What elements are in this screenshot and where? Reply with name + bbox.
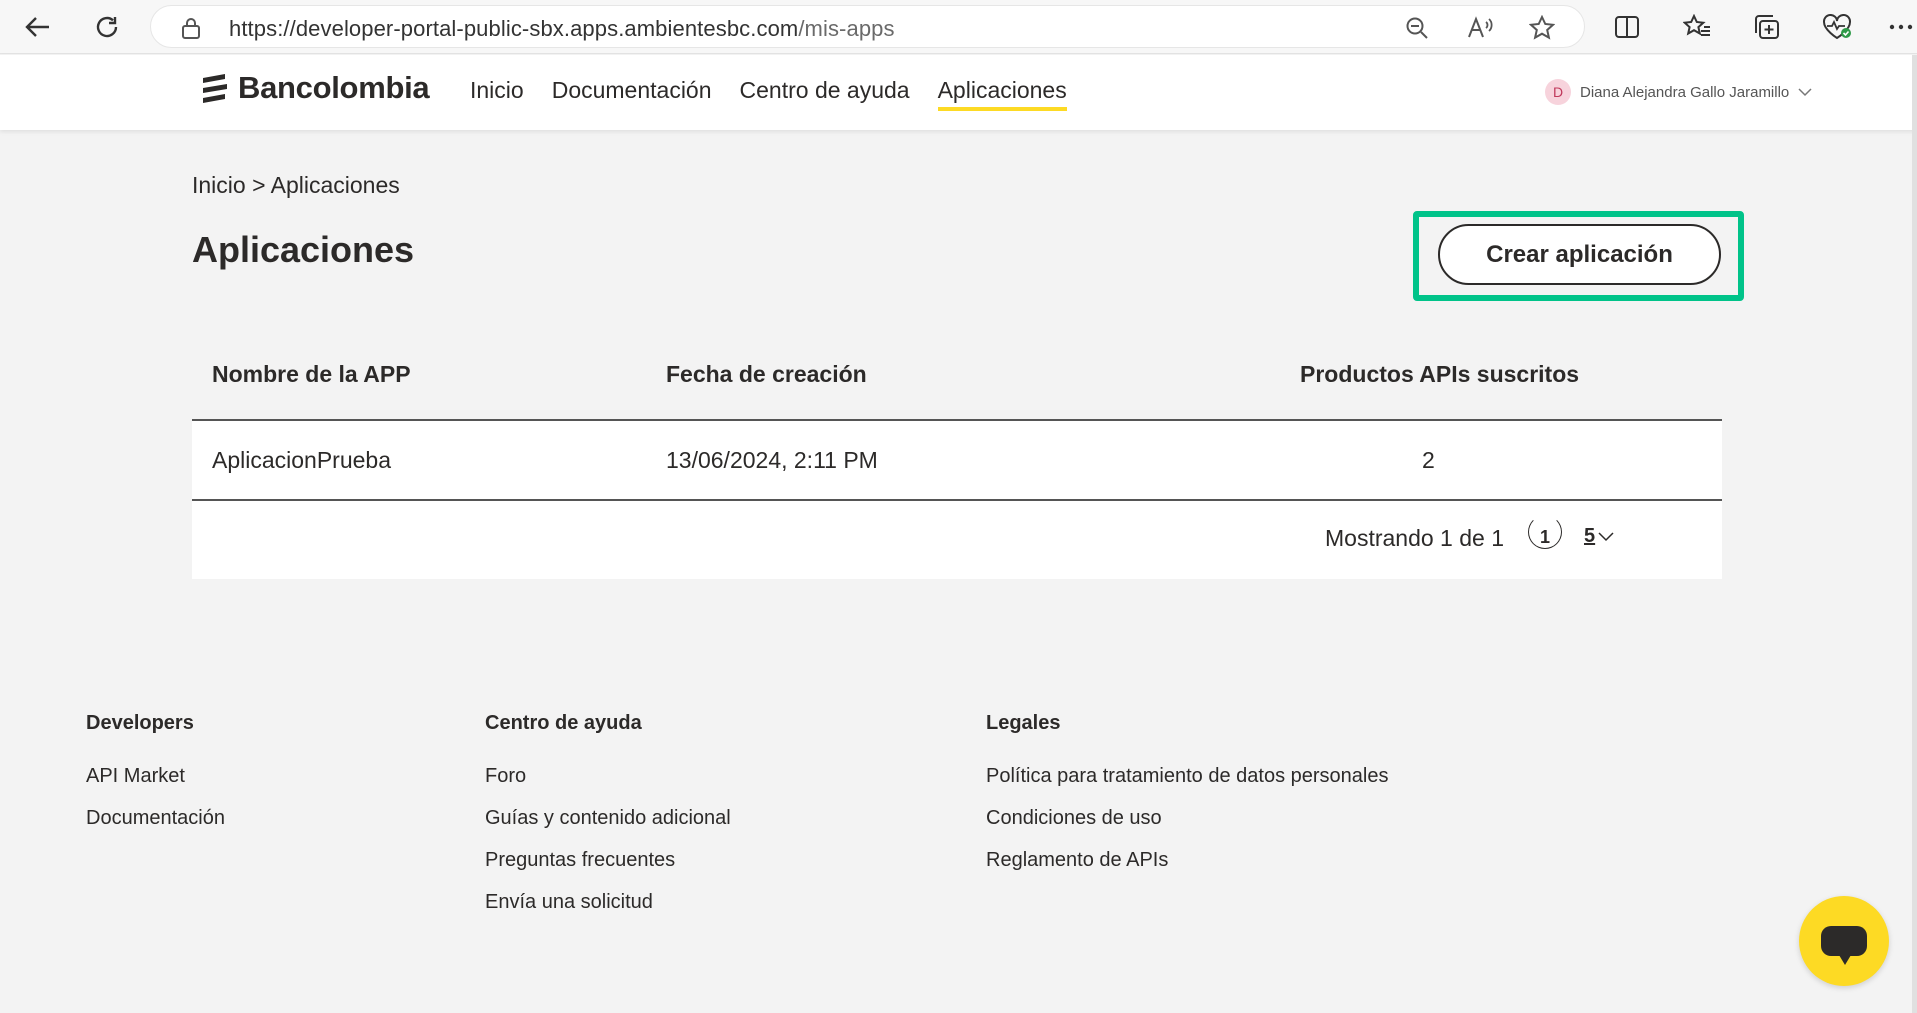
address-bar[interactable]: https://developer-portal-public-sbx.apps… [150,5,1585,48]
page-title: Aplicaciones [192,229,415,270]
breadcrumb[interactable]: Inicio > Aplicaciones [192,172,400,199]
url-path: /mis-apps [798,16,895,41]
chat-button[interactable] [1799,896,1889,986]
refresh-icon[interactable] [87,8,127,46]
chevron-down-icon [1798,87,1812,96]
footer-heading: Developers [86,712,194,734]
create-application-button[interactable]: Crear aplicación [1438,224,1721,285]
app-date-cell: 13/06/2024, 2:11 PM [666,447,878,473]
footer-link-documentacion[interactable]: Documentación [86,807,225,830]
url-text[interactable]: https://developer-portal-public-sbx.apps… [229,16,895,42]
footer-legal: Legales Política para tratamiento de dat… [986,712,1388,891]
collections-icon[interactable] [1747,8,1787,46]
favorites-icon[interactable] [1677,8,1717,46]
logo-text: Bancolombia [238,70,430,105]
footer-developers: Developers API Market Documentación [86,712,225,849]
site-header: Bancolombia Inicio Documentación Centro … [0,55,1917,130]
more-icon[interactable] [1885,8,1917,46]
footer-link-privacy[interactable]: Política para tratamiento de datos perso… [986,765,1388,788]
back-icon[interactable] [18,8,58,46]
user-name: Diana Alejandra Gallo Jaramillo [1580,83,1790,101]
footer-link-foro[interactable]: Foro [485,765,731,788]
browser-essentials-icon[interactable] [1817,8,1857,46]
page-number-button[interactable]: 1 [1528,515,1562,549]
nav-documentacion[interactable]: Documentación [552,77,712,111]
footer-link-api-rules[interactable]: Reglamento de APIs [986,849,1388,872]
main-nav: Inicio Documentación Centro de ayuda Apl… [470,77,1067,111]
footer-link-solicitud[interactable]: Envía una solicitud [485,891,731,914]
page-size-value: 5 [1584,525,1596,547]
footer-heading: Centro de ayuda [485,712,642,734]
column-header-apis: Productos APIs suscritos [1300,361,1580,387]
nav-inicio[interactable]: Inicio [470,77,524,111]
chat-bubble-icon [1821,926,1867,965]
app-name-cell[interactable]: AplicacionPrueba [212,447,391,474]
user-menu[interactable]: D Diana Alejandra Gallo Jaramillo [1545,79,1812,105]
footer-link-api-market[interactable]: API Market [86,765,225,788]
footer-heading: Legales [986,712,1061,734]
split-screen-icon[interactable] [1607,8,1647,46]
app-apis-count-cell: 2 [1422,447,1435,473]
table-header: Nombre de la APP Fecha de creación Produ… [192,339,1722,419]
url-host: https://developer-portal-public-sbx.apps… [229,16,799,41]
column-header-date: Fecha de creación [666,361,867,387]
chevron-down-icon [1598,531,1614,541]
zoom-out-icon[interactable] [1401,13,1433,43]
table-row[interactable]: AplicacionPrueba 13/06/2024, 2:11 PM 2 [192,421,1722,501]
footer-link-terms[interactable]: Condiciones de uso [986,807,1388,830]
page-size-select[interactable]: 5 [1584,525,1614,548]
bancolombia-logo-icon [203,74,227,103]
browser-toolbar: https://developer-portal-public-sbx.apps… [0,0,1917,54]
pagination-summary: Mostrando 1 de 1 [1325,525,1505,551]
column-header-name: Nombre de la APP [212,361,411,387]
applications-table: AplicacionPrueba 13/06/2024, 2:11 PM 2 M… [192,419,1722,579]
logo[interactable]: Bancolombia [200,70,430,106]
nav-centro-de-ayuda[interactable]: Centro de ayuda [740,77,910,111]
footer-link-faq[interactable]: Preguntas frecuentes [485,849,731,872]
avatar: D [1545,79,1571,105]
favorite-star-icon[interactable] [1526,13,1558,43]
scrollbar[interactable] [1912,55,1917,1013]
pagination: Mostrando 1 de 1 1 5 [192,501,1722,579]
footer-link-guias[interactable]: Guías y contenido adicional [485,807,731,830]
read-aloud-icon[interactable] [1464,13,1496,43]
footer-help: Centro de ayuda Foro Guías y contenido a… [485,712,731,933]
nav-aplicaciones[interactable]: Aplicaciones [937,77,1067,111]
lock-icon[interactable] [181,17,201,44]
